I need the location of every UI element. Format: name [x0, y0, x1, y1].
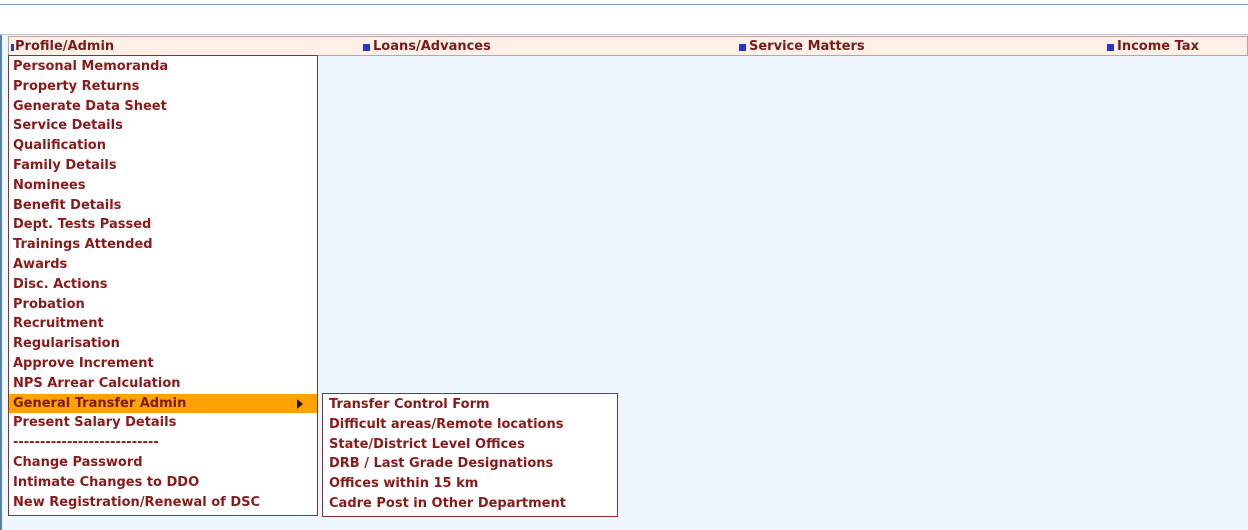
menu-item-probation[interactable]: Probation	[9, 295, 317, 315]
menu-item-qualification[interactable]: Qualification	[9, 136, 317, 156]
menu-item-service-details[interactable]: Service Details	[9, 116, 317, 136]
menu-item-nominees[interactable]: Nominees	[9, 176, 317, 196]
menu-item-awards[interactable]: Awards	[9, 255, 317, 275]
submenu-item-state-district-offices[interactable]: State/District Level Offices	[323, 435, 617, 455]
menu-item-generate-data-sheet[interactable]: Generate Data Sheet	[9, 97, 317, 117]
menu-profile-admin-label: Profile/Admin	[15, 39, 115, 54]
menu-item-family-details[interactable]: Family Details	[9, 156, 317, 176]
menu-item-disc-actions[interactable]: Disc. Actions	[9, 275, 317, 295]
menu-item-nps-arrear-calculation[interactable]: NPS Arrear Calculation	[9, 374, 317, 394]
submenu-item-transfer-control-form[interactable]: Transfer Control Form	[323, 395, 617, 415]
menu-item-benefit-details[interactable]: Benefit Details	[9, 196, 317, 216]
menu-service-matters[interactable]: Service Matters	[739, 38, 865, 56]
menu-income-tax[interactable]: Income Tax	[1107, 38, 1199, 56]
menu-income-tax-label: Income Tax	[1117, 39, 1199, 54]
square-bullet-icon	[11, 43, 14, 51]
square-bullet-icon	[739, 43, 746, 51]
square-bullet-icon	[1107, 43, 1114, 51]
menu-item-present-salary-details[interactable]: Present Salary Details	[9, 413, 317, 433]
menu-profile-admin[interactable]: Profile/Admin	[11, 38, 114, 56]
triangle-right-icon	[297, 398, 303, 409]
square-bullet-icon	[363, 43, 370, 51]
menu-item-property-returns[interactable]: Property Returns	[9, 77, 317, 97]
menu-item-trainings-attended[interactable]: Trainings Attended	[9, 235, 317, 255]
window-left-border	[0, 0, 2, 530]
submenu-item-offices-within-15km[interactable]: Offices within 15 km	[323, 474, 617, 494]
submenu-item-cadre-post-other-dept[interactable]: Cadre Post in Other Department	[323, 494, 617, 514]
submenu-item-drb-last-grade[interactable]: DRB / Last Grade Designations	[323, 454, 617, 474]
menu-item-change-password[interactable]: Change Password	[9, 453, 317, 473]
submenu-item-difficult-areas[interactable]: Difficult areas/Remote locations	[323, 415, 617, 435]
menu-loans-advances-label: Loans/Advances	[373, 39, 491, 54]
menu-item-new-registration-renewal-dsc[interactable]: New Registration/Renewal of DSC	[9, 493, 317, 513]
menu-separator: ---------------------------	[13, 435, 159, 451]
header-area	[0, 0, 1248, 35]
main-menubar: Profile/Admin Loans/Advances Service Mat…	[8, 36, 1248, 56]
menu-item-personal-memoranda[interactable]: Personal Memoranda	[9, 57, 317, 77]
menu-loans-advances[interactable]: Loans/Advances	[363, 38, 491, 56]
header-strip	[0, 0, 1248, 5]
menu-service-matters-label: Service Matters	[749, 39, 865, 54]
menu-item-dept-tests-passed[interactable]: Dept. Tests Passed	[9, 215, 317, 235]
general-transfer-admin-submenu: Transfer Control Form Difficult areas/Re…	[322, 393, 618, 517]
menu-item-intimate-changes-to-ddo[interactable]: Intimate Changes to DDO	[9, 473, 317, 493]
menu-item-approve-increment[interactable]: Approve Increment	[9, 354, 317, 374]
menu-item-general-transfer-admin[interactable]: General Transfer Admin	[9, 393, 317, 414]
menu-item-general-transfer-admin-label: General Transfer Admin	[13, 395, 187, 411]
profile-admin-dropdown: Personal Memoranda Property Returns Gene…	[8, 55, 318, 517]
menu-item-regularisation[interactable]: Regularisation	[9, 334, 317, 354]
menu-item-recruitment[interactable]: Recruitment	[9, 314, 317, 334]
